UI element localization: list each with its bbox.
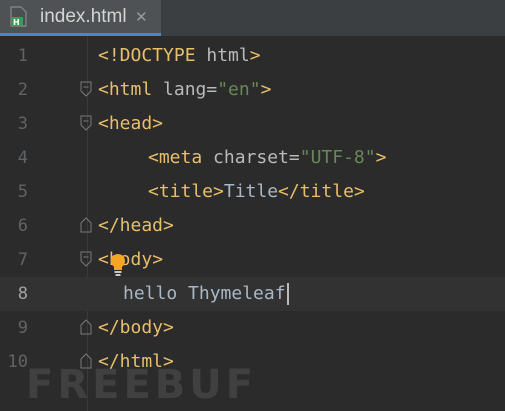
code-text: <body> bbox=[98, 243, 163, 277]
html-open-close: > bbox=[260, 79, 272, 100]
head-open-tag: <head> bbox=[98, 113, 164, 134]
doctype-tag: <!DOCTYPE bbox=[98, 45, 196, 66]
charset-attribute: charset= bbox=[202, 147, 300, 168]
doctype-value: html bbox=[195, 45, 250, 66]
html-file-icon: H bbox=[10, 6, 27, 27]
code-text: <!DOCTYPE html> bbox=[98, 39, 261, 73]
head-close-tag: </head> bbox=[98, 215, 174, 236]
body-open-bracket: < bbox=[98, 249, 109, 270]
code-editor[interactable]: 1 <!DOCTYPE html> 2 <html lang="en"> 3 <… bbox=[0, 36, 505, 411]
body-text: hello Thymeleaf bbox=[123, 283, 286, 304]
editor-tab-bar: H index.html ✕ bbox=[0, 0, 505, 36]
line-number: 9 bbox=[17, 318, 28, 338]
line-number: 8 bbox=[17, 284, 28, 304]
file-badge-letter: H bbox=[13, 18, 20, 27]
line-number: 7 bbox=[17, 250, 28, 270]
doctype-close: > bbox=[249, 45, 261, 66]
title-open-tag: <title> bbox=[148, 181, 224, 202]
code-text: <head> bbox=[98, 107, 163, 141]
meta-close: > bbox=[375, 147, 387, 168]
lightbulb-icon[interactable] bbox=[110, 253, 126, 277]
lang-value: "en" bbox=[217, 79, 261, 100]
fold-open-icon[interactable] bbox=[80, 115, 92, 131]
code-text: hello Thymeleaf bbox=[123, 277, 289, 311]
line-number: 4 bbox=[17, 148, 28, 168]
body-close-tag: </body> bbox=[98, 317, 174, 338]
code-line-2[interactable]: 2 <html lang="en"> bbox=[0, 73, 505, 107]
fold-open-icon[interactable] bbox=[80, 251, 92, 267]
code-line-1[interactable]: 1 <!DOCTYPE html> bbox=[0, 39, 505, 73]
meta-tag: <meta bbox=[148, 147, 203, 168]
fold-end-icon[interactable] bbox=[80, 319, 92, 335]
close-icon[interactable]: ✕ bbox=[135, 8, 148, 26]
line-number: 10 bbox=[7, 352, 28, 372]
code-line-7[interactable]: 7 <body> bbox=[0, 243, 505, 277]
fold-end-icon[interactable] bbox=[80, 217, 92, 233]
code-text: <html lang="en"> bbox=[98, 73, 271, 107]
html-open-tag: <html bbox=[98, 79, 153, 100]
line-number: 3 bbox=[17, 114, 28, 134]
code-line-4[interactable]: 4 <meta charset="UTF-8"> bbox=[0, 141, 505, 175]
text-caret bbox=[286, 283, 289, 305]
code-line-8-current[interactable]: 8 hello Thymeleaf bbox=[0, 277, 505, 311]
code-text: </body> bbox=[98, 311, 174, 345]
line-number: 6 bbox=[17, 216, 28, 236]
charset-value: "UTF-8" bbox=[299, 147, 376, 168]
line-number: 2 bbox=[17, 80, 28, 100]
tab-index-html[interactable]: H index.html ✕ bbox=[0, 0, 161, 36]
code-text: </head> bbox=[98, 209, 174, 243]
line-number: 5 bbox=[17, 182, 28, 202]
fold-open-icon[interactable] bbox=[80, 81, 92, 97]
code-text: <meta charset="UTF-8"> bbox=[148, 141, 386, 175]
watermark: FREEBUF bbox=[26, 362, 258, 408]
code-line-5[interactable]: 5 <title>Title</title> bbox=[0, 175, 505, 209]
code-line-6[interactable]: 6 </head> bbox=[0, 209, 505, 243]
tab-title: index.html bbox=[40, 6, 127, 27]
line-number: 1 bbox=[17, 46, 28, 66]
title-close-tag: </title> bbox=[278, 181, 365, 202]
code-line-3[interactable]: 3 <head> bbox=[0, 107, 505, 141]
title-text: Title bbox=[223, 181, 279, 202]
code-line-9[interactable]: 9 </body> bbox=[0, 311, 505, 345]
lang-attribute: lang= bbox=[152, 79, 218, 100]
code-text: <title>Title</title> bbox=[148, 175, 365, 209]
